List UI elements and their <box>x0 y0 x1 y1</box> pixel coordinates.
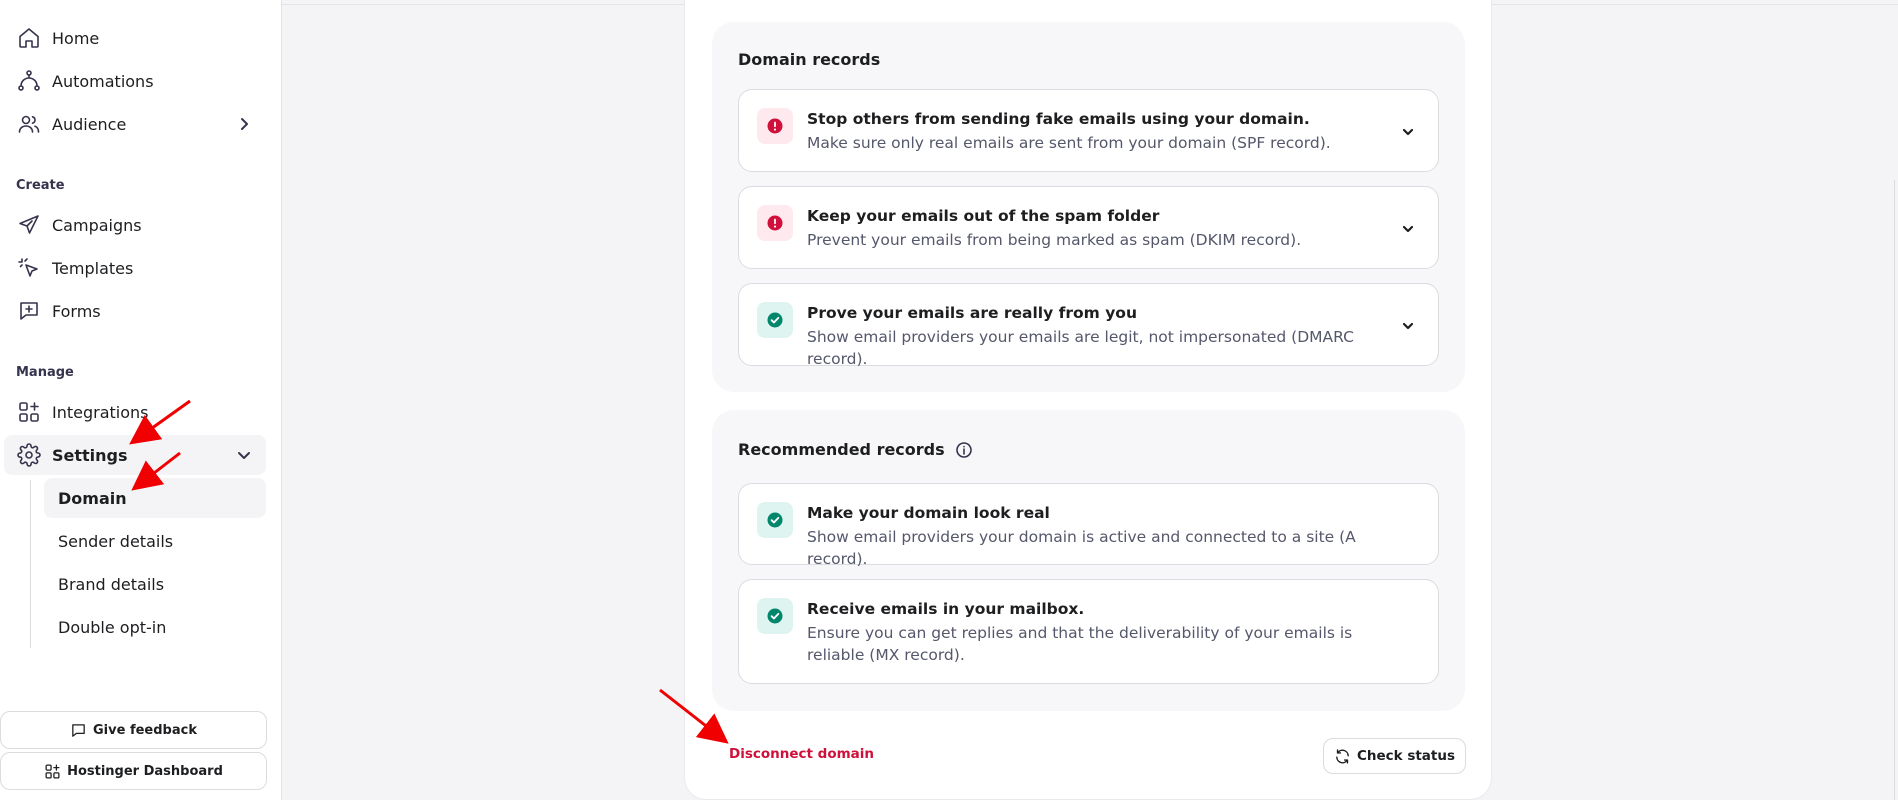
sidebar: Home Automations Audience Create Campaig… <box>0 0 282 800</box>
record-mx[interactable]: Receive emails in your mailbox. Ensure y… <box>738 579 1439 684</box>
check-status-icon <box>757 502 793 538</box>
check-status-icon <box>757 302 793 338</box>
record-title: Prove your emails are really from you <box>807 304 1137 322</box>
record-title: Stop others from sending fake emails usi… <box>807 110 1310 128</box>
chevron-down-icon <box>236 447 252 463</box>
home-icon <box>16 25 42 51</box>
sub-item-domain[interactable]: Domain <box>44 478 266 518</box>
nav-home-label: Home <box>52 28 100 48</box>
nav-forms[interactable]: Forms <box>4 291 266 331</box>
record-title: Receive emails in your mailbox. <box>807 600 1085 618</box>
nav-audience[interactable]: Audience <box>4 104 266 144</box>
nav-settings-label: Settings <box>52 445 128 465</box>
scrollbar-track <box>1894 180 1895 800</box>
error-status-icon <box>757 108 793 144</box>
nav-forms-label: Forms <box>52 301 101 321</box>
nav-integrations-label: Integrations <box>52 402 149 422</box>
record-spf[interactable]: Stop others from sending fake emails usi… <box>738 89 1439 172</box>
chevron-down-icon[interactable] <box>1400 221 1416 237</box>
sub-item-sender-details[interactable]: Sender details <box>44 521 266 561</box>
recommended-records-section: Recommended records Make your domain loo… <box>712 410 1465 711</box>
record-description: Show email providers your domain is acti… <box>807 528 1356 568</box>
section-manage-label: Manage <box>16 365 74 380</box>
domain-records-section: Domain records Stop others from sending … <box>712 22 1465 392</box>
gear-icon <box>16 442 42 468</box>
chevron-right-icon <box>236 116 252 132</box>
info-icon[interactable] <box>955 441 973 459</box>
check-status-button[interactable]: Check status <box>1323 738 1466 774</box>
nav-integrations[interactable]: Integrations <box>4 392 266 432</box>
nav-campaigns-label: Campaigns <box>52 215 142 235</box>
domain-records-title: Domain records <box>738 50 881 69</box>
cursor-click-icon <box>16 255 42 281</box>
hostinger-dashboard-label: Hostinger Dashboard <box>67 763 223 779</box>
nav-settings[interactable]: Settings <box>4 435 266 475</box>
audience-icon <box>16 111 42 137</box>
record-description: Ensure you can get replies and that the … <box>807 624 1353 664</box>
form-icon <box>16 298 42 324</box>
record-description: Prevent your emails from being marked as… <box>807 231 1302 249</box>
nav-automations[interactable]: Automations <box>4 61 266 101</box>
integrations-icon <box>16 399 42 425</box>
record-title: Keep your emails out of the spam folder <box>807 207 1160 225</box>
refresh-icon <box>1336 748 1349 764</box>
section-create-label: Create <box>16 178 65 193</box>
record-dkim[interactable]: Keep your emails out of the spam folder … <box>738 186 1439 269</box>
send-icon <box>16 212 42 238</box>
chevron-down-icon[interactable] <box>1400 318 1416 334</box>
nav-templates[interactable]: Templates <box>4 248 266 288</box>
disconnect-domain-link[interactable]: Disconnect domain <box>729 746 874 762</box>
give-feedback-button[interactable]: Give feedback <box>0 711 267 749</box>
record-title: Make your domain look real <box>807 504 1050 522</box>
recommended-records-title-text: Recommended records <box>738 440 945 459</box>
nav-automations-label: Automations <box>52 71 154 91</box>
sub-item-brand-details[interactable]: Brand details <box>44 564 266 604</box>
nav-home[interactable]: Home <box>4 18 266 58</box>
app: Home Automations Audience Create Campaig… <box>0 0 1898 800</box>
submenu-line <box>30 480 31 648</box>
record-description: Show email providers your emails are leg… <box>807 328 1354 368</box>
sub-item-double-opt-in[interactable]: Double opt-in <box>44 607 266 647</box>
check-status-icon <box>757 598 793 634</box>
error-status-icon <box>757 205 793 241</box>
nav-audience-label: Audience <box>52 114 127 134</box>
chevron-down-icon[interactable] <box>1400 124 1416 140</box>
record-description: Make sure only real emails are sent from… <box>807 134 1331 152</box>
record-a[interactable]: Make your domain look real Show email pr… <box>738 483 1439 568</box>
record-dmarc[interactable]: Prove your emails are really from you Sh… <box>738 283 1439 368</box>
grid-icon <box>45 763 60 779</box>
hostinger-dashboard-button[interactable]: Hostinger Dashboard <box>0 752 267 790</box>
nav-templates-label: Templates <box>52 258 134 278</box>
recommended-records-title: Recommended records <box>738 440 973 459</box>
check-status-label: Check status <box>1356 748 1456 764</box>
automations-icon <box>16 68 42 94</box>
give-feedback-label: Give feedback <box>93 722 197 738</box>
nav-campaigns[interactable]: Campaigns <box>4 205 266 245</box>
chat-icon <box>72 723 85 737</box>
